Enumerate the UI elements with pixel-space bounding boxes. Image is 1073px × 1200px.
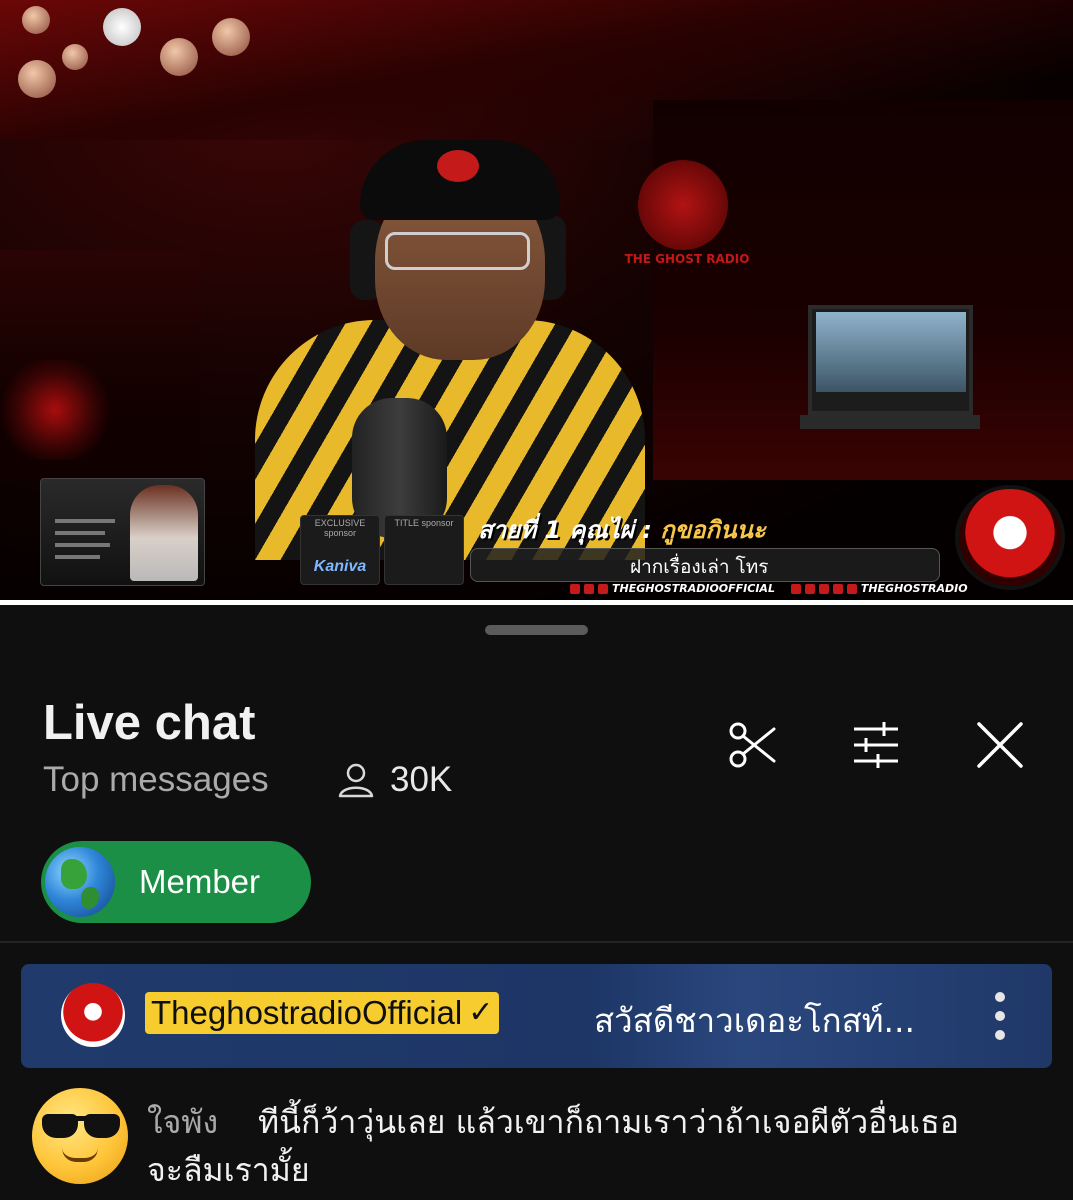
emote-sticker — [62, 44, 88, 70]
pinned-author-name[interactable]: TheghostradioOfficial ✓ — [145, 992, 500, 1034]
banner-title: สายที่ 1 คุณไผ่ : กูขอกินนะ — [478, 510, 766, 549]
clip-button[interactable] — [722, 715, 782, 775]
sponsor-card — [40, 478, 205, 586]
close-button[interactable] — [970, 715, 1030, 775]
video-player[interactable]: THE GHOST RADIO EXCLUSIVE sponsor Kaniva… — [0, 0, 1073, 600]
sponsor-character — [130, 485, 198, 581]
social-left-handle: THEGHOSTRADIOOFFICIAL — [612, 582, 775, 595]
pinned-author-text: TheghostradioOfficial — [151, 994, 463, 1031]
pinned-message[interactable]: TheghostradioOfficial ✓ สวัสดีชาวเดอะโกส… — [21, 964, 1052, 1068]
social-bar: THEGHOSTRADIOOFFICIAL THEGHOSTRADIO — [570, 582, 970, 598]
more-vertical-icon[interactable] — [987, 992, 1013, 1040]
sponsor-brand: Kaniva — [313, 558, 367, 575]
emote-sticker — [212, 18, 250, 56]
scissors-icon — [729, 722, 776, 768]
pinned-message-text: สวัสดีชาวเดอะโกสท์... — [594, 1001, 916, 1040]
emote-sticker — [160, 38, 198, 76]
emote-sticker — [103, 8, 141, 46]
banner-title-prefix: สายที่ 1 คุณไผ่ : — [478, 516, 652, 544]
cap-skull-logo — [437, 150, 479, 182]
close-icon — [977, 722, 1023, 768]
chat-mode-selector[interactable]: Top messages — [43, 760, 269, 800]
wall-logo-text: THE GHOST RADIO — [624, 252, 750, 266]
viewer-count: 30K — [336, 760, 452, 800]
background-glow — [0, 360, 110, 460]
member-chip-label: Member — [139, 863, 261, 900]
person-icon — [338, 763, 374, 798]
chat-message-text-continued: จะลืมเรามั้ย — [147, 1151, 310, 1189]
emote-sticker — [18, 60, 56, 98]
live-chat-panel: Live chat Top messages 30K Member Thegho… — [0, 605, 1073, 1200]
social-left-group: THEGHOSTRADIOOFFICIAL — [570, 582, 775, 595]
member-chip[interactable]: Member — [41, 841, 311, 923]
channel-logo — [955, 485, 1065, 590]
laptop-base — [800, 415, 980, 429]
banner-title-highlight: กูขอกินนะ — [660, 516, 766, 544]
story-banner: สายที่ 1 คุณไผ่ : กูขอกินนะ ฝากเรื่องเล่… — [470, 508, 940, 582]
sponsor-label: EXCLUSIVE sponsor — [314, 518, 366, 538]
chat-message-text: ทีนี้ก็ว้าวุ่นเลย แล้วเขาก็ถามเราว่าถ้าเ… — [258, 1103, 959, 1141]
filter-sliders-icon — [854, 722, 898, 768]
sunglasses-emoji-icon[interactable] — [32, 1088, 128, 1184]
social-right-group: THEGHOSTRADIO — [790, 582, 968, 595]
title-sponsor-box: TITLE sponsor — [384, 515, 464, 585]
exclusive-sponsor-box: EXCLUSIVE sponsor Kaniva — [300, 515, 380, 585]
wall-logo — [638, 160, 728, 250]
check-icon: ✓ — [468, 996, 494, 1029]
chat-message-author[interactable]: ใจพัง — [147, 1097, 218, 1148]
pinned-author-avatar[interactable] — [61, 983, 125, 1047]
drag-handle[interactable] — [485, 625, 588, 635]
laptop-screen — [816, 312, 966, 392]
globe-icon — [45, 847, 115, 917]
social-right-handle: THEGHOSTRADIO — [860, 582, 968, 595]
panel-title: Live chat — [43, 696, 256, 750]
host-glasses — [385, 232, 530, 270]
banner-subtitle: ฝากเรื่องเล่า โทร — [630, 556, 769, 578]
filter-button[interactable] — [846, 715, 906, 775]
emote-sticker — [22, 6, 50, 34]
chat-divider — [0, 941, 1073, 943]
sponsor-label: TITLE sponsor — [394, 518, 454, 528]
viewer-count-value: 30K — [390, 760, 453, 799]
